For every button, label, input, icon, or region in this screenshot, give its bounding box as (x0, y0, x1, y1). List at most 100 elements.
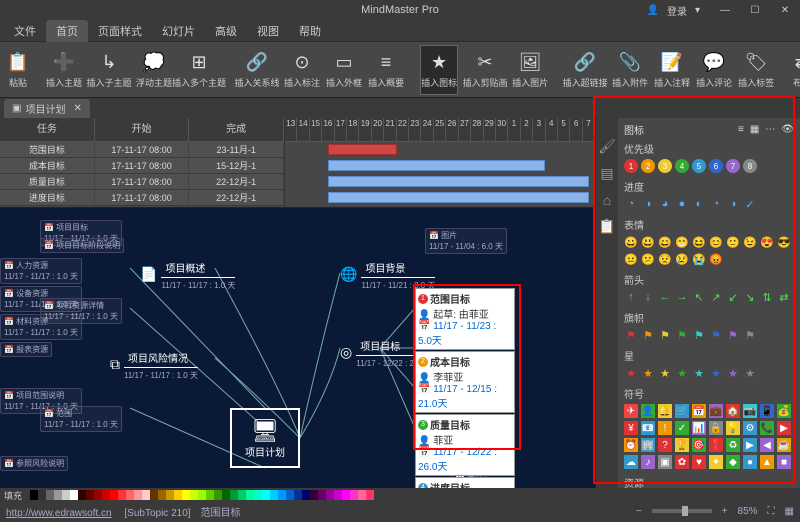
ribbon-插入关系线[interactable]: 🔗插入关系线 (236, 45, 278, 95)
small-node[interactable]: 📅 人力资源11/17 - 11/17 : 1.0 天 (0, 258, 82, 284)
symbol-icon[interactable]: ⏰ (624, 438, 638, 452)
dropdown-icon[interactable]: ▾ (695, 5, 700, 16)
symbol-icon[interactable]: ▶ (777, 421, 791, 435)
ribbon-插入外框[interactable]: ▭插入外框 (326, 45, 362, 95)
symbol-icon[interactable]: ⚙ (743, 421, 757, 435)
star-icon[interactable]: ★ (675, 366, 689, 380)
zoom-out-icon[interactable]: − (636, 506, 642, 517)
color-swatch[interactable] (310, 490, 318, 500)
arrow-icon[interactable]: ↘ (743, 290, 757, 304)
small-node[interactable]: 📅 报表资源 (0, 342, 52, 357)
color-swatch[interactable] (102, 490, 110, 500)
color-swatch[interactable] (78, 490, 86, 500)
node-overview[interactable]: 📄 项目概述 11/17 - 11/17 : 1.0 天 (140, 258, 235, 291)
color-swatch[interactable] (46, 490, 54, 500)
symbol-icon[interactable]: ♻ (726, 438, 740, 452)
color-swatch[interactable] (358, 490, 366, 500)
gantt-row[interactable]: 质量目标17-11-17 08:0022-12月-1 (0, 174, 284, 190)
flag-icon[interactable]: ⚑ (641, 328, 655, 342)
color-swatch[interactable] (110, 490, 118, 500)
ribbon-插入评论[interactable]: 💬插入评论 (696, 45, 732, 95)
color-swatch[interactable] (118, 490, 126, 500)
color-swatch[interactable] (254, 490, 262, 500)
small-node[interactable]: 📅 项目资源详情11/17 - 11/17 : 1.0 天 (40, 298, 122, 324)
menu-5[interactable]: 视图 (247, 20, 289, 42)
flag-icon[interactable]: ⚑ (743, 328, 757, 342)
menu-1[interactable]: 首页 (46, 20, 88, 42)
ribbon-布局[interactable]: ⇄布局 (790, 45, 800, 95)
priority-4[interactable]: 4 (675, 159, 689, 173)
symbol-icon[interactable]: 📱 (760, 404, 774, 418)
progress-icon[interactable]: ◐ (692, 197, 706, 211)
progress-icon[interactable]: ✓ (743, 197, 757, 211)
arrow-icon[interactable]: ↓ (641, 290, 655, 304)
symbol-icon[interactable]: ◆ (726, 455, 740, 469)
priority-5[interactable]: 5 (692, 159, 706, 173)
symbol-icon[interactable]: 🏆 (675, 438, 689, 452)
color-swatch[interactable] (94, 490, 102, 500)
color-swatch[interactable] (54, 490, 62, 500)
color-swatch[interactable] (270, 490, 278, 500)
menu-2[interactable]: 页面样式 (88, 20, 152, 42)
symbol-icon[interactable]: ▶ (743, 438, 757, 452)
color-swatch[interactable] (158, 490, 166, 500)
color-swatch[interactable] (134, 490, 142, 500)
color-swatch[interactable] (334, 490, 342, 500)
ribbon-插入超链接[interactable]: 🔗插入超链接 (564, 45, 606, 95)
panel-tab-layout-icon[interactable]: ▤ (600, 165, 613, 182)
symbol-icon[interactable]: 🏢 (641, 438, 655, 452)
goal-card[interactable]: 4进度目标👤 由菲亚📅 11/17 - 12/22 : 26.0天 (415, 477, 515, 488)
arrow-icon[interactable]: ↑ (624, 290, 638, 304)
zoom-slider[interactable] (652, 509, 712, 513)
ribbon-插入图片[interactable]: 🖼插入图片 (512, 45, 548, 95)
progress-icon[interactable]: ◕ (658, 197, 672, 211)
flag-icon[interactable]: ⚑ (624, 328, 638, 342)
color-swatch[interactable] (38, 490, 46, 500)
color-swatch[interactable] (126, 490, 134, 500)
arrow-icon[interactable]: ⇅ (760, 290, 774, 304)
symbol-icon[interactable]: ☁ (624, 455, 638, 469)
face-icon[interactable]: 😕 (641, 252, 655, 266)
symbol-icon[interactable]: ♪ (641, 455, 655, 469)
small-node[interactable]: 📅 范围11/17 - 11/17 : 1.0 天 (40, 406, 122, 432)
color-swatch[interactable] (142, 490, 150, 500)
node-risk[interactable]: ⧉ 项目风险情况 11/17 - 11/17 : 1.0 天 (110, 348, 198, 381)
symbol-icon[interactable]: ✦ (709, 455, 723, 469)
eye-icon[interactable]: 👁 (781, 124, 794, 135)
ribbon-插入标签[interactable]: 🏷插入标签 (738, 45, 774, 95)
options-icon[interactable]: ⋯ (765, 124, 775, 135)
panel-tab-brush-icon[interactable]: 🖌 (598, 138, 616, 155)
color-swatch[interactable] (294, 490, 302, 500)
maximize-button[interactable]: ☐ (740, 0, 770, 20)
status-url[interactable]: http://www.edrawsoft.cn (6, 508, 112, 519)
symbol-icon[interactable]: 📍 (709, 438, 723, 452)
symbol-icon[interactable]: ☕ (777, 438, 791, 452)
symbol-icon[interactable]: 📞 (760, 421, 774, 435)
gantt-row[interactable]: 进度目标17-11-17 08:0022-12月-1 (0, 190, 284, 206)
small-node[interactable]: 📅 项目目标阶段说明 (40, 238, 124, 253)
progress-icon[interactable]: ◔ (624, 197, 638, 211)
small-node[interactable]: 📅 图片11/17 - 11/04 : 6.0 天 (425, 228, 507, 254)
ribbon-插入附件[interactable]: 📎插入附件 (612, 45, 648, 95)
color-swatch[interactable] (326, 490, 334, 500)
zoom-in-icon[interactable]: + (722, 506, 728, 517)
symbol-icon[interactable]: ✓ (675, 421, 689, 435)
ribbon-插入主题[interactable]: ➕插入主题 (46, 45, 82, 95)
gantt-bar[interactable] (328, 192, 588, 203)
color-swatch[interactable] (198, 490, 206, 500)
gantt-row[interactable]: 范围目标17-11-17 08:0023-11月-1 (0, 142, 284, 158)
color-swatch[interactable] (150, 490, 158, 500)
ribbon-插入剪贴画[interactable]: ✂插入剪贴画 (464, 45, 506, 95)
star-icon[interactable]: ★ (692, 366, 706, 380)
color-swatch[interactable] (214, 490, 222, 500)
minimize-button[interactable]: — (710, 0, 740, 20)
color-swatch[interactable] (238, 490, 246, 500)
color-swatches[interactable] (30, 490, 374, 500)
mindmap-canvas[interactable]: 📅 项目目标11/17 - 11/17 : 1.0 天📅 项目目标阶段说明📅 人… (0, 208, 595, 488)
face-icon[interactable]: 😎 (777, 235, 791, 249)
symbol-icon[interactable]: ♥ (692, 455, 706, 469)
color-swatch[interactable] (62, 490, 70, 500)
symbol-icon[interactable]: 👤 (641, 404, 655, 418)
grid-view-icon[interactable]: ▦ (750, 124, 759, 135)
symbol-icon[interactable]: ✿ (675, 455, 689, 469)
